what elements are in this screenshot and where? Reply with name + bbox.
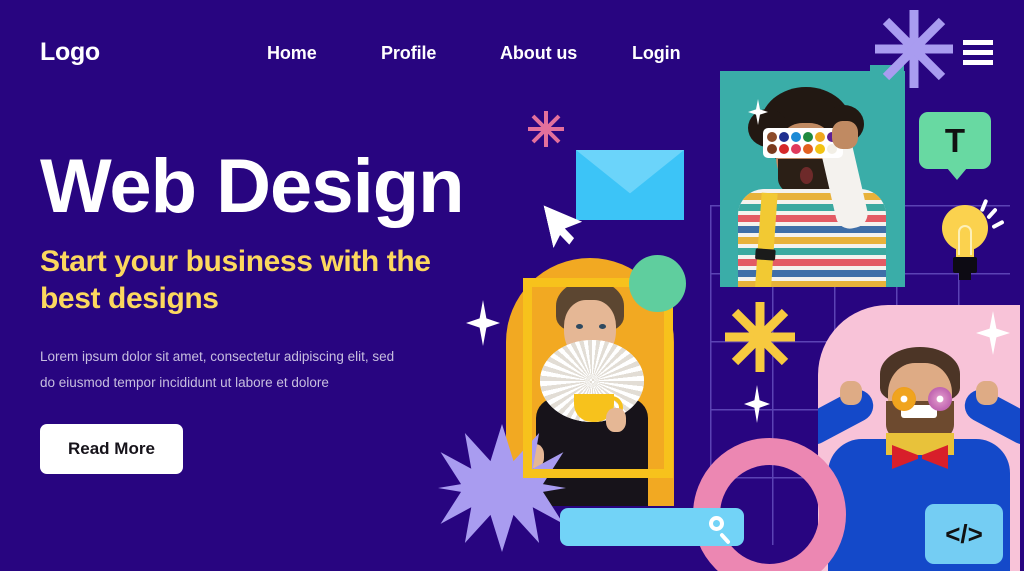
photo-detail-mouth: [800, 167, 813, 184]
envelope-flap: [576, 150, 684, 194]
asterisk-pink-icon: [528, 111, 564, 147]
photo-detail-hand: [832, 121, 858, 149]
asterisk-yellow-icon: [725, 302, 795, 372]
hero-subtitle: Start your business with the best design…: [40, 245, 431, 316]
landing-page: T </> Logo Home Profile About us Login W…: [0, 0, 1024, 571]
navbar: Logo Home Profile About us Login: [0, 0, 1024, 100]
photo-detail-bowtie: [892, 445, 948, 469]
code-bubble-icon: </>: [925, 504, 1003, 564]
envelope-icon: [576, 150, 684, 220]
nav-link-profile[interactable]: Profile: [381, 43, 436, 64]
lightbulb-icon: [940, 198, 1005, 280]
hero-body-text: Lorem ipsum dolor sit amet, consectetur …: [40, 348, 395, 390]
page-title: Web Design: [40, 144, 465, 229]
lollipop-prop-right: [928, 387, 952, 411]
read-more-button[interactable]: Read More: [40, 424, 183, 475]
nav-link-home[interactable]: Home: [267, 43, 317, 64]
hero-section: Web Design Start your business with the …: [40, 144, 560, 475]
lollipop-prop-left: [892, 387, 916, 411]
nav-link-login[interactable]: Login: [632, 43, 681, 64]
photo-detail-hand-right: [976, 381, 998, 405]
nav-link-about-us[interactable]: About us: [500, 43, 577, 64]
hamburger-menu-icon[interactable]: [963, 40, 993, 65]
search-bar-decoration[interactable]: [560, 508, 744, 546]
photo-man-palette: [720, 71, 905, 287]
circle-green-icon: [629, 255, 686, 312]
sparkle-icon: [976, 311, 1010, 355]
paint-palette-prop: [763, 128, 843, 158]
text-bubble-icon: T: [919, 112, 991, 180]
search-icon: [709, 516, 724, 531]
logo[interactable]: Logo: [40, 38, 100, 67]
photo-detail-hand-left: [840, 381, 862, 405]
